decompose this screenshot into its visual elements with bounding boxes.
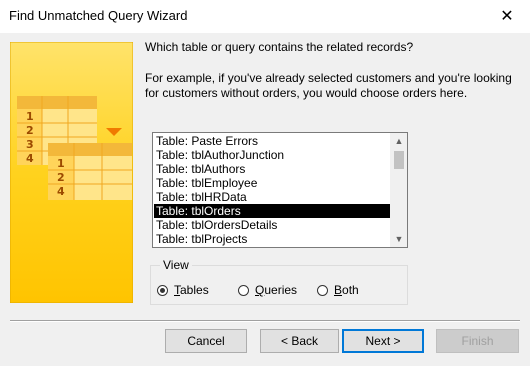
close-icon[interactable]: ✕	[484, 0, 530, 31]
finish-button: Finish	[436, 329, 519, 353]
scroll-down-icon[interactable]: ▼	[391, 231, 407, 247]
svg-text:2: 2	[26, 124, 34, 137]
scroll-thumb[interactable]	[394, 151, 404, 169]
radio-circle	[157, 284, 168, 296]
footer-separator	[10, 320, 520, 322]
view-queries-radio[interactable]: Queries	[238, 283, 297, 297]
view-legend: View	[160, 258, 192, 272]
title-bar: Find Unmatched Query Wizard ✕	[0, 0, 530, 33]
example-text: For example, if you've already selected …	[145, 71, 512, 100]
radio-circle	[238, 284, 249, 296]
radio-label-both: Both	[334, 283, 359, 297]
list-item[interactable]: Table: tblEmployee	[154, 176, 392, 190]
question-text: Which table or query contains the relate…	[145, 40, 414, 54]
list-item[interactable]: Table: tblTasks	[154, 246, 392, 247]
radio-label-tables: Tables	[174, 283, 209, 297]
view-groupbox: View Tables Queries Both	[150, 258, 408, 305]
radio-circle	[317, 284, 328, 296]
listbox-scrollbar[interactable]: ▲ ▼	[390, 133, 407, 247]
window-title: Find Unmatched Query Wizard	[9, 8, 188, 23]
cancel-button[interactable]: Cancel	[165, 329, 247, 353]
listbox-items: Table: Paste Errors Table: tblAuthorJunct…	[154, 134, 392, 247]
wizard-illustration: 1 2 3 4 1 2 4	[10, 42, 133, 303]
table-query-listbox[interactable]: Table: Paste Errors Table: tblAuthorJunct…	[152, 132, 408, 248]
front-table-icon: 1 2 4	[48, 143, 132, 200]
svg-text:3: 3	[26, 138, 34, 151]
scroll-up-icon[interactable]: ▲	[391, 133, 407, 149]
list-item[interactable]: Table: tblOrders	[154, 204, 392, 218]
list-item[interactable]: Table: tblOrdersDetails	[154, 218, 392, 232]
next-button[interactable]: Next >	[342, 329, 424, 353]
svg-text:4: 4	[26, 152, 34, 165]
back-button[interactable]: < Back	[260, 329, 339, 353]
view-tables-radio[interactable]: Tables	[157, 283, 209, 297]
radio-label-queries: Queries	[255, 283, 298, 297]
list-item[interactable]: Table: tblAuthors	[154, 162, 392, 176]
svg-text:2: 2	[57, 171, 65, 184]
view-both-radio[interactable]: Both	[317, 283, 359, 297]
svg-text:4: 4	[57, 185, 65, 198]
list-item[interactable]: Table: tblHRData	[154, 190, 392, 204]
list-item[interactable]: Table: Paste Errors	[154, 134, 392, 148]
list-item[interactable]: Table: tblAuthorJunction	[154, 148, 392, 162]
svg-text:1: 1	[57, 157, 65, 170]
svg-text:1: 1	[26, 110, 34, 123]
list-item[interactable]: Table: tblProjects	[154, 232, 392, 246]
